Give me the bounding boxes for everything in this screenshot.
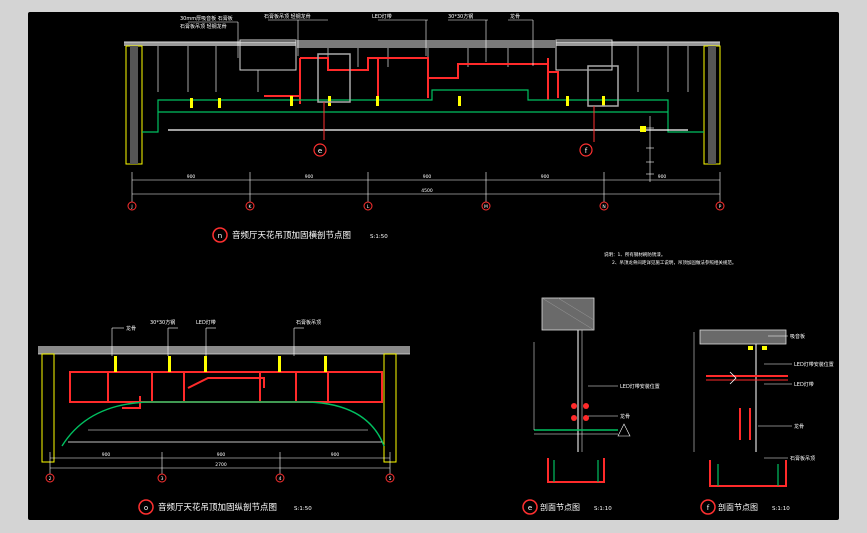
detail-f-callout-5: 石膏板吊顶 bbox=[790, 455, 815, 462]
upper-dim-4: 900 bbox=[541, 174, 550, 180]
detail-f-slab bbox=[699, 329, 787, 345]
section-marker-n-label: n bbox=[218, 232, 222, 240]
detail-f-title: 剖面节点图 bbox=[718, 502, 758, 512]
lower-section-title: 音频厅天花吊顶加固纵剖节点图 bbox=[158, 502, 277, 513]
detail-e-scale: S:1:10 bbox=[594, 506, 612, 512]
upper-axis-bubbles bbox=[127, 201, 725, 211]
detail-f-leaders bbox=[758, 335, 792, 459]
callout-1: 30mm厚吸音板 石膏板 bbox=[180, 15, 233, 22]
upper-dim-total: 4500 bbox=[421, 188, 433, 194]
cad-drawing: e f 30mm厚吸音板 石膏板 石膏板吊顶 轻钢龙骨 石膏板吊顶 轻钢龙骨 L… bbox=[38, 13, 834, 515]
detail-box-e bbox=[317, 53, 351, 103]
callout-6: 龙骨 bbox=[510, 13, 520, 20]
upper-dim-5: 900 bbox=[658, 174, 667, 180]
upper-dim-1: 900 bbox=[187, 174, 196, 180]
axis-label: 2 bbox=[49, 476, 52, 482]
detail-e-marker-label: e bbox=[528, 504, 532, 512]
lower-callout-4: 石膏板吊顶 bbox=[296, 319, 321, 326]
upper-section: e f 30mm厚吸音板 石膏板 石膏板吊顶 轻钢龙骨 石膏板吊顶 轻钢龙骨 L… bbox=[124, 13, 736, 266]
upper-dim-3: 900 bbox=[423, 174, 432, 180]
upper-led-strips bbox=[190, 96, 605, 108]
detail-e-leaders bbox=[588, 385, 618, 417]
lower-led-strips bbox=[114, 356, 327, 372]
detail-marker-e[interactable]: e bbox=[313, 143, 327, 157]
lower-dim-1: 900 bbox=[102, 452, 111, 458]
detail-f-callout-1: 吸音板 bbox=[790, 333, 805, 340]
lower-dim-2: 900 bbox=[217, 452, 226, 458]
upper-section-title: 音频厅天花吊顶加固横剖节点图 bbox=[232, 230, 351, 241]
lower-callout-2: 30*30方钢 bbox=[150, 319, 175, 326]
cad-drawing-canvas[interactable]: e f 30mm厚吸音板 石膏板 石膏板吊顶 轻钢龙骨 石膏板吊顶 轻钢龙骨 L… bbox=[28, 12, 839, 520]
detail-e-title-block: e 剖面节点图 S:1:10 bbox=[522, 499, 612, 515]
detail-f: 吸音板 LED灯带安装位置 LED灯带 龙骨 石膏板吊顶 f 剖面节点图 S:1… bbox=[693, 329, 834, 515]
upper-section-title-block: n 音频厅天花吊顶加固横剖节点图 S:1:50 bbox=[212, 227, 388, 243]
detail-marker-e-label: e bbox=[318, 147, 322, 155]
upper-ceiling-panels bbox=[142, 89, 704, 133]
detail-f-callout-2: LED灯带安装位置 bbox=[794, 361, 834, 368]
axis-label: L bbox=[367, 204, 370, 210]
lower-callout-1: 龙骨 bbox=[126, 325, 136, 332]
lower-dim-3: 900 bbox=[331, 452, 340, 458]
note-line-1: 说明：1、所有钢材刷防锈漆。 bbox=[604, 251, 665, 258]
upper-dim-2: 900 bbox=[305, 174, 314, 180]
section-marker-o-label: o bbox=[144, 504, 148, 512]
note-line-2: 2、吊顶龙骨间距详见施工说明，吊顶加固做法参照相关规范。 bbox=[612, 259, 736, 266]
detail-f-brackets bbox=[709, 408, 787, 487]
axis-label: 4 bbox=[279, 476, 282, 482]
detail-e-brackets bbox=[571, 403, 589, 421]
lower-right-wall bbox=[383, 353, 397, 463]
callout-3: 石膏板吊顶 轻钢龙骨 bbox=[264, 13, 311, 20]
axis-label: 5 bbox=[389, 476, 392, 482]
detail-marker-f[interactable]: f bbox=[579, 143, 593, 157]
detail-f-callout-4: 龙骨 bbox=[794, 423, 804, 430]
detail-e-callout-1: LED灯带安装位置 bbox=[620, 383, 660, 390]
axis-label: J bbox=[130, 204, 132, 210]
detail-f-scale: S:1:10 bbox=[772, 506, 790, 512]
axis-label: P bbox=[719, 204, 722, 210]
axis-label: N bbox=[602, 204, 605, 210]
callout-4: LED灯带 bbox=[372, 13, 392, 20]
lower-section-scale: S:1:50 bbox=[294, 506, 312, 512]
detail-e-title: 剖面节点图 bbox=[540, 502, 580, 512]
upper-steel-frame bbox=[264, 57, 559, 104]
detail-e: LED灯带安装位置 龙骨 e 剖面节点图 S:1:10 bbox=[522, 297, 660, 515]
lower-callout-3: LED灯带 bbox=[196, 319, 216, 326]
lower-section: 龙骨 30*30方钢 LED灯带 石膏板吊顶 900 900 900 2700 … bbox=[38, 319, 410, 515]
detail-e-callout-2: 龙骨 bbox=[620, 413, 630, 420]
lower-left-wall bbox=[41, 353, 55, 463]
detail-f-led bbox=[748, 346, 767, 350]
lower-dim-total: 2700 bbox=[215, 462, 227, 468]
upper-section-scale: S:1:50 bbox=[370, 234, 388, 240]
detail-marker-f-label: f bbox=[585, 147, 588, 155]
axis-label: 3 bbox=[161, 476, 164, 482]
detail-f-callout-3: LED灯带 bbox=[794, 381, 814, 388]
callout-2: 石膏板吊顶 轻钢龙骨 bbox=[180, 23, 227, 30]
axis-label: M bbox=[484, 204, 488, 210]
callout-5: 30*30方钢 bbox=[448, 13, 473, 20]
lower-section-title-block: o 音频厅天花吊顶加固纵剖节点图 S:1:50 bbox=[138, 499, 312, 515]
lower-slab bbox=[38, 346, 410, 354]
upper-right-dims bbox=[640, 116, 654, 182]
detail-f-marker-label: f bbox=[707, 504, 710, 512]
detail-f-title-block: f 剖面节点图 S:1:10 bbox=[700, 499, 790, 515]
lower-axis-bubbles bbox=[45, 473, 395, 483]
lower-arch bbox=[61, 401, 385, 447]
